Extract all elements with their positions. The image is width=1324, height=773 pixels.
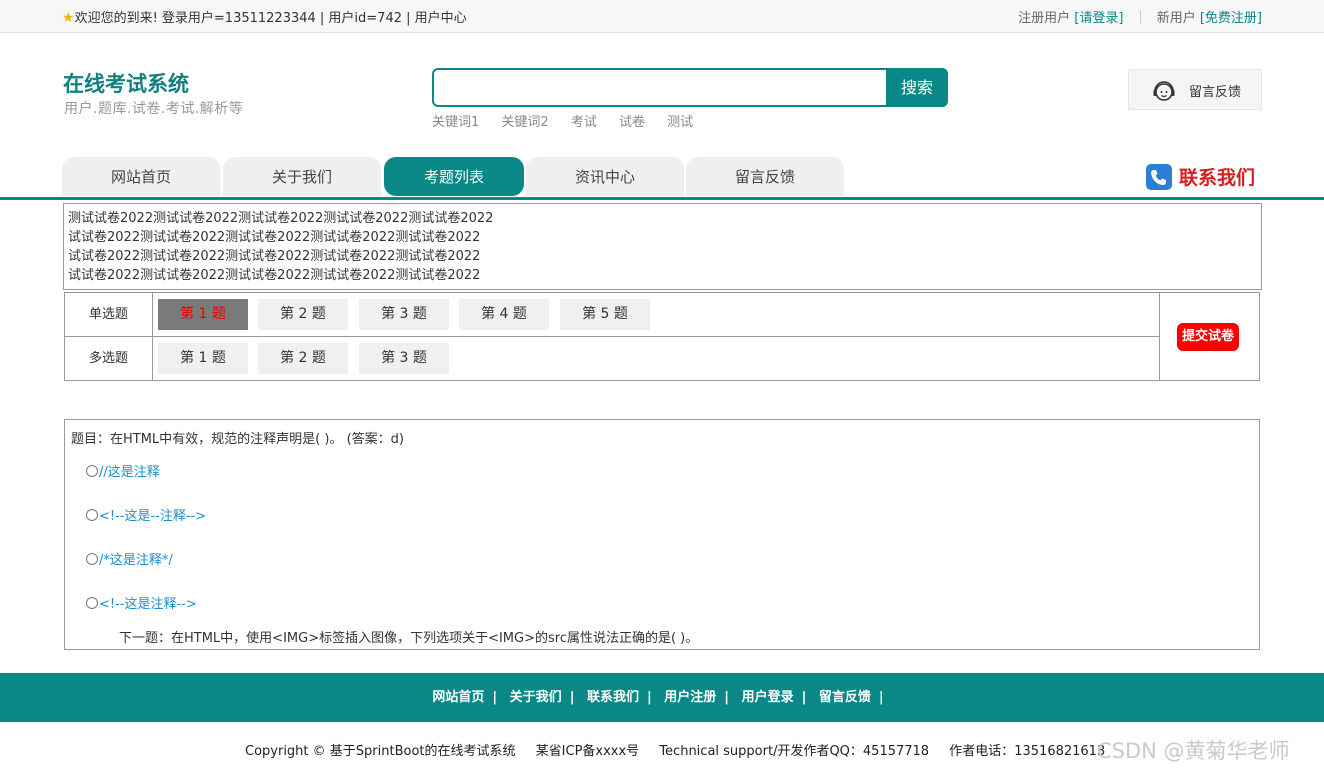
multi-choice-label: 多选题 xyxy=(65,337,153,381)
watermark: CSDN @黄菊华老师 xyxy=(1097,739,1290,763)
submit-cell: 提交试卷 xyxy=(1159,293,1259,380)
answer-option[interactable]: <!--这是注释--> xyxy=(86,593,197,612)
keyword-link[interactable]: 关键词2 xyxy=(501,115,548,130)
next-question-link[interactable]: 下一题：在HTML中，使用<IMG>标签插入图像，下列选项关于<IMG>的src… xyxy=(119,627,698,646)
footer-nav: 网站首页 | 关于我们 | 联系我们 | 用户注册 | 用户登录 | 留言反馈 | xyxy=(0,673,1324,722)
support-text: Technical support/开发作者QQ：45157718 xyxy=(659,744,930,759)
footer-link-login[interactable]: 用户登录 xyxy=(742,690,794,705)
nav-tab-about[interactable]: 关于我们 xyxy=(223,157,381,196)
option-text: /*这是注释*/ xyxy=(99,553,173,568)
footer-separator: | xyxy=(801,690,807,705)
footer-separator: | xyxy=(646,690,652,705)
footer-separator: | xyxy=(569,690,575,705)
single-question-button[interactable]: 第 3 题 xyxy=(359,299,449,330)
welcome-text: ★欢迎您的到来! 登录用户=13511223344 | 用户id=742 | 用… xyxy=(62,7,467,26)
footer-link-contact[interactable]: 联系我们 xyxy=(587,690,639,705)
keyword-link[interactable]: 试卷 xyxy=(619,115,645,130)
search-input[interactable] xyxy=(438,72,882,103)
footer-link-about[interactable]: 关于我们 xyxy=(510,690,562,705)
question-navigator: 单选题 第 1 题 第 2 题 第 3 题 第 4 题 第 5 题 多选题 第 … xyxy=(64,292,1260,381)
paper-title-line: 试试卷2022测试试卷2022测试试卷2022测试试卷2022测试试卷2022 xyxy=(68,268,481,283)
answer-option[interactable]: <!--这是--注释--> xyxy=(86,505,206,524)
feedback-label: 留言反馈 xyxy=(1189,85,1242,100)
nav-tab-questions[interactable]: 考题列表 xyxy=(384,157,524,196)
radio-icon[interactable] xyxy=(86,465,98,477)
hot-keywords: 关键词1 关键词2 考试 试卷 测试 xyxy=(432,111,711,130)
question-title: 题目：在HTML中有效，规范的注释声明是( )。 (答案：d) xyxy=(71,432,404,447)
feedback-button[interactable]: 留言反馈 xyxy=(1128,69,1262,110)
signup-link[interactable]: [免费注册] xyxy=(1200,11,1262,26)
icp-text: 某省ICP备xxxx号 xyxy=(535,744,640,759)
option-text: //这是注释 xyxy=(99,465,160,480)
single-choice-row: 单选题 第 1 题 第 2 题 第 3 题 第 4 题 第 5 题 xyxy=(65,293,1159,337)
footer-info: Copyright © 基于SprintBoot的在线考试系统 某省ICP备xx… xyxy=(245,740,1121,759)
radio-icon[interactable] xyxy=(86,509,98,521)
footer-link-register[interactable]: 用户注册 xyxy=(664,690,716,705)
single-question-button[interactable]: 第 2 题 xyxy=(258,299,348,330)
contact-us-label: 联系我们 xyxy=(1179,167,1256,189)
single-question-button[interactable]: 第 5 题 xyxy=(560,299,650,330)
star-icon: ★ xyxy=(62,10,75,26)
footer-separator: | xyxy=(724,690,730,705)
nav-tab-home[interactable]: 网站首页 xyxy=(62,157,220,196)
submit-exam-button[interactable]: 提交试卷 xyxy=(1177,323,1239,351)
keyword-link[interactable]: 考试 xyxy=(571,115,597,130)
site-subtitle: 用户.题库.试卷.考试.解析等 xyxy=(64,101,244,117)
newuser-label: 新用户 xyxy=(1156,11,1196,26)
keyword-link[interactable]: 测试 xyxy=(667,115,693,130)
nav-tab-news[interactable]: 资讯中心 xyxy=(526,157,684,196)
single-choice-label: 单选题 xyxy=(65,293,153,336)
nav-tab-feedback[interactable]: 留言反馈 xyxy=(686,157,844,196)
option-text: <!--这是注释--> xyxy=(99,597,197,612)
footer-link-feedback[interactable]: 留言反馈 xyxy=(819,690,871,705)
paper-title-line: 试试卷2022测试试卷2022测试试卷2022测试试卷2022测试试卷2022 xyxy=(68,230,481,245)
account-links: 注册用户 [请登录] 新用户 [免费注册] xyxy=(1018,7,1262,26)
radio-icon[interactable] xyxy=(86,597,98,609)
multi-question-button[interactable]: 第 3 题 xyxy=(359,343,449,374)
divider xyxy=(1139,10,1141,24)
top-bar: ★欢迎您的到来! 登录用户=13511223344 | 用户id=742 | 用… xyxy=(0,0,1324,33)
single-question-button[interactable]: 第 1 题 xyxy=(158,299,248,330)
copyright-text: Copyright © 基于SprintBoot的在线考试系统 xyxy=(245,744,516,759)
option-text: <!--这是--注释--> xyxy=(99,509,207,524)
multi-question-button[interactable]: 第 1 题 xyxy=(158,343,248,374)
register-label: 注册用户 xyxy=(1018,11,1071,26)
login-link[interactable]: [请登录] xyxy=(1074,11,1123,26)
question-panel: 题目：在HTML中有效，规范的注释声明是( )。 (答案：d) //这是注释 <… xyxy=(64,419,1260,650)
customer-service-icon xyxy=(1153,81,1175,101)
answer-option[interactable]: //这是注释 xyxy=(86,461,160,480)
nav-underline xyxy=(0,197,1324,200)
footer-separator: | xyxy=(492,690,498,705)
search-button[interactable]: 搜索 xyxy=(886,68,948,107)
paper-title-line: 试试卷2022测试试卷2022测试试卷2022测试试卷2022测试试卷2022 xyxy=(68,249,481,264)
search-bar: 搜索 xyxy=(432,68,948,107)
answer-option[interactable]: /*这是注释*/ xyxy=(86,549,173,568)
multi-question-button[interactable]: 第 2 题 xyxy=(258,343,348,374)
site-title[interactable]: 在线考试系统 xyxy=(63,68,189,98)
phone-text: 作者电话：13516821613 xyxy=(949,744,1106,759)
welcome-message: 欢迎您的到来! 登录用户=13511223344 | 用户id=742 | 用户… xyxy=(74,11,467,26)
footer-separator: | xyxy=(878,690,884,705)
footer-link-home[interactable]: 网站首页 xyxy=(432,690,484,705)
paper-title-line: 测试试卷2022测试试卷2022测试试卷2022测试试卷2022测试试卷2022 xyxy=(68,211,494,226)
multi-choice-row: 多选题 第 1 题 第 2 题 第 3 题 xyxy=(65,337,1159,381)
paper-title-box: 测试试卷2022测试试卷2022测试试卷2022测试试卷2022测试试卷2022… xyxy=(63,203,1262,290)
keyword-link[interactable]: 关键词1 xyxy=(432,115,479,130)
radio-icon[interactable] xyxy=(86,553,98,565)
single-question-button[interactable]: 第 4 题 xyxy=(459,299,549,330)
phone-icon xyxy=(1146,164,1172,190)
